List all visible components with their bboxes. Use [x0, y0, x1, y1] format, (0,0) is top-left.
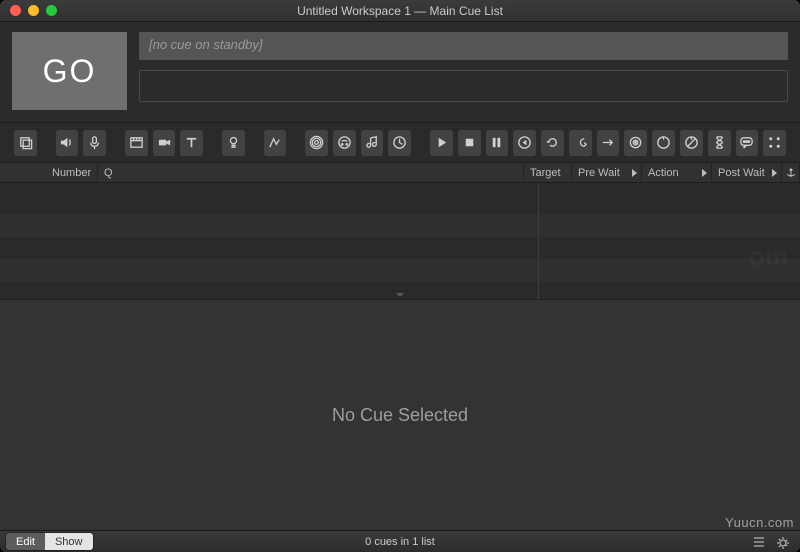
chevron-right-icon: [772, 169, 777, 177]
arm-cue-button[interactable]: [652, 130, 675, 156]
header-area: GO [no cue on standby]: [0, 22, 800, 123]
col-postwait[interactable]: Post Wait: [712, 163, 782, 182]
midifile-cue-button[interactable]: [361, 130, 384, 156]
group-cue-button[interactable]: [14, 130, 37, 156]
disarm-cue-button[interactable]: [680, 130, 703, 156]
script-cue-button[interactable]: [763, 130, 786, 156]
go-button[interactable]: GO: [12, 32, 127, 110]
standby-display: [no cue on standby]: [139, 32, 788, 60]
minimize-window-button[interactable]: [28, 5, 39, 16]
audio-cue-button[interactable]: [56, 130, 79, 156]
anchor-icon: [786, 168, 796, 178]
col-autofollow[interactable]: [782, 163, 800, 182]
mic-cue-button[interactable]: [83, 130, 106, 156]
start-cue-button[interactable]: [430, 130, 453, 156]
cue-list[interactable]: om: [0, 183, 800, 299]
zoom-window-button[interactable]: [46, 5, 57, 16]
chevron-right-icon: [702, 169, 707, 177]
cue-toolbar: [0, 123, 800, 163]
show-mode-button[interactable]: Show: [45, 533, 93, 550]
load-cue-button[interactable]: [513, 130, 536, 156]
list-divider: [538, 183, 539, 299]
mode-segmented-control: Edit Show: [6, 533, 93, 550]
memo-cue-button[interactable]: [736, 130, 759, 156]
col-prewait[interactable]: Pre Wait: [572, 163, 642, 182]
pause-cue-button[interactable]: [486, 130, 509, 156]
target-cue-button[interactable]: [624, 130, 647, 156]
devamp-cue-button[interactable]: [569, 130, 592, 156]
edit-mode-button[interactable]: Edit: [6, 533, 45, 550]
settings-gear-icon[interactable]: [776, 535, 790, 549]
column-headers: Number Q Target Pre Wait Action Post Wai…: [0, 163, 800, 183]
col-postwait-label: Post Wait: [718, 167, 765, 179]
inspector-pane: No Cue Selected: [0, 299, 800, 530]
col-action-label: Action: [648, 167, 679, 179]
list-row-stripe: [0, 259, 800, 281]
goto-cue-button[interactable]: [597, 130, 620, 156]
camera-cue-button[interactable]: [153, 130, 176, 156]
video-cue-button[interactable]: [125, 130, 148, 156]
inspector-empty-label: No Cue Selected: [332, 405, 468, 426]
col-q[interactable]: Q: [98, 163, 524, 182]
titlebar: Untitled Workspace 1 — Main Cue List: [0, 0, 800, 22]
col-prewait-label: Pre Wait: [578, 167, 620, 179]
close-window-button[interactable]: [10, 5, 21, 16]
wait-cue-button[interactable]: [708, 130, 731, 156]
app-window: Untitled Workspace 1 — Main Cue List GO …: [0, 0, 800, 552]
midi-cue-button[interactable]: [333, 130, 356, 156]
col-target[interactable]: Target: [524, 163, 572, 182]
col-action[interactable]: Action: [642, 163, 712, 182]
window-title: Untitled Workspace 1 — Main Cue List: [0, 4, 800, 18]
timecode-cue-button[interactable]: [388, 130, 411, 156]
footer-status: 0 cues in 1 list: [0, 536, 800, 548]
resize-handle-icon[interactable]: [396, 293, 404, 297]
cue-name-input[interactable]: [139, 70, 788, 102]
fade-cue-button[interactable]: [264, 130, 287, 156]
network-cue-button[interactable]: [305, 130, 328, 156]
list-row-stripe: [0, 215, 800, 237]
col-number[interactable]: Number: [46, 163, 98, 182]
stop-cue-button[interactable]: [458, 130, 481, 156]
reset-cue-button[interactable]: [541, 130, 564, 156]
chevron-right-icon: [632, 169, 637, 177]
header-right: [no cue on standby]: [139, 32, 788, 110]
footer-bar: Edit Show 0 cues in 1 list: [0, 530, 800, 552]
text-cue-button[interactable]: [180, 130, 203, 156]
light-cue-button[interactable]: [222, 130, 245, 156]
list-view-icon[interactable]: [752, 535, 766, 549]
watermark-faint: om: [749, 241, 788, 272]
traffic-lights: [0, 5, 57, 16]
